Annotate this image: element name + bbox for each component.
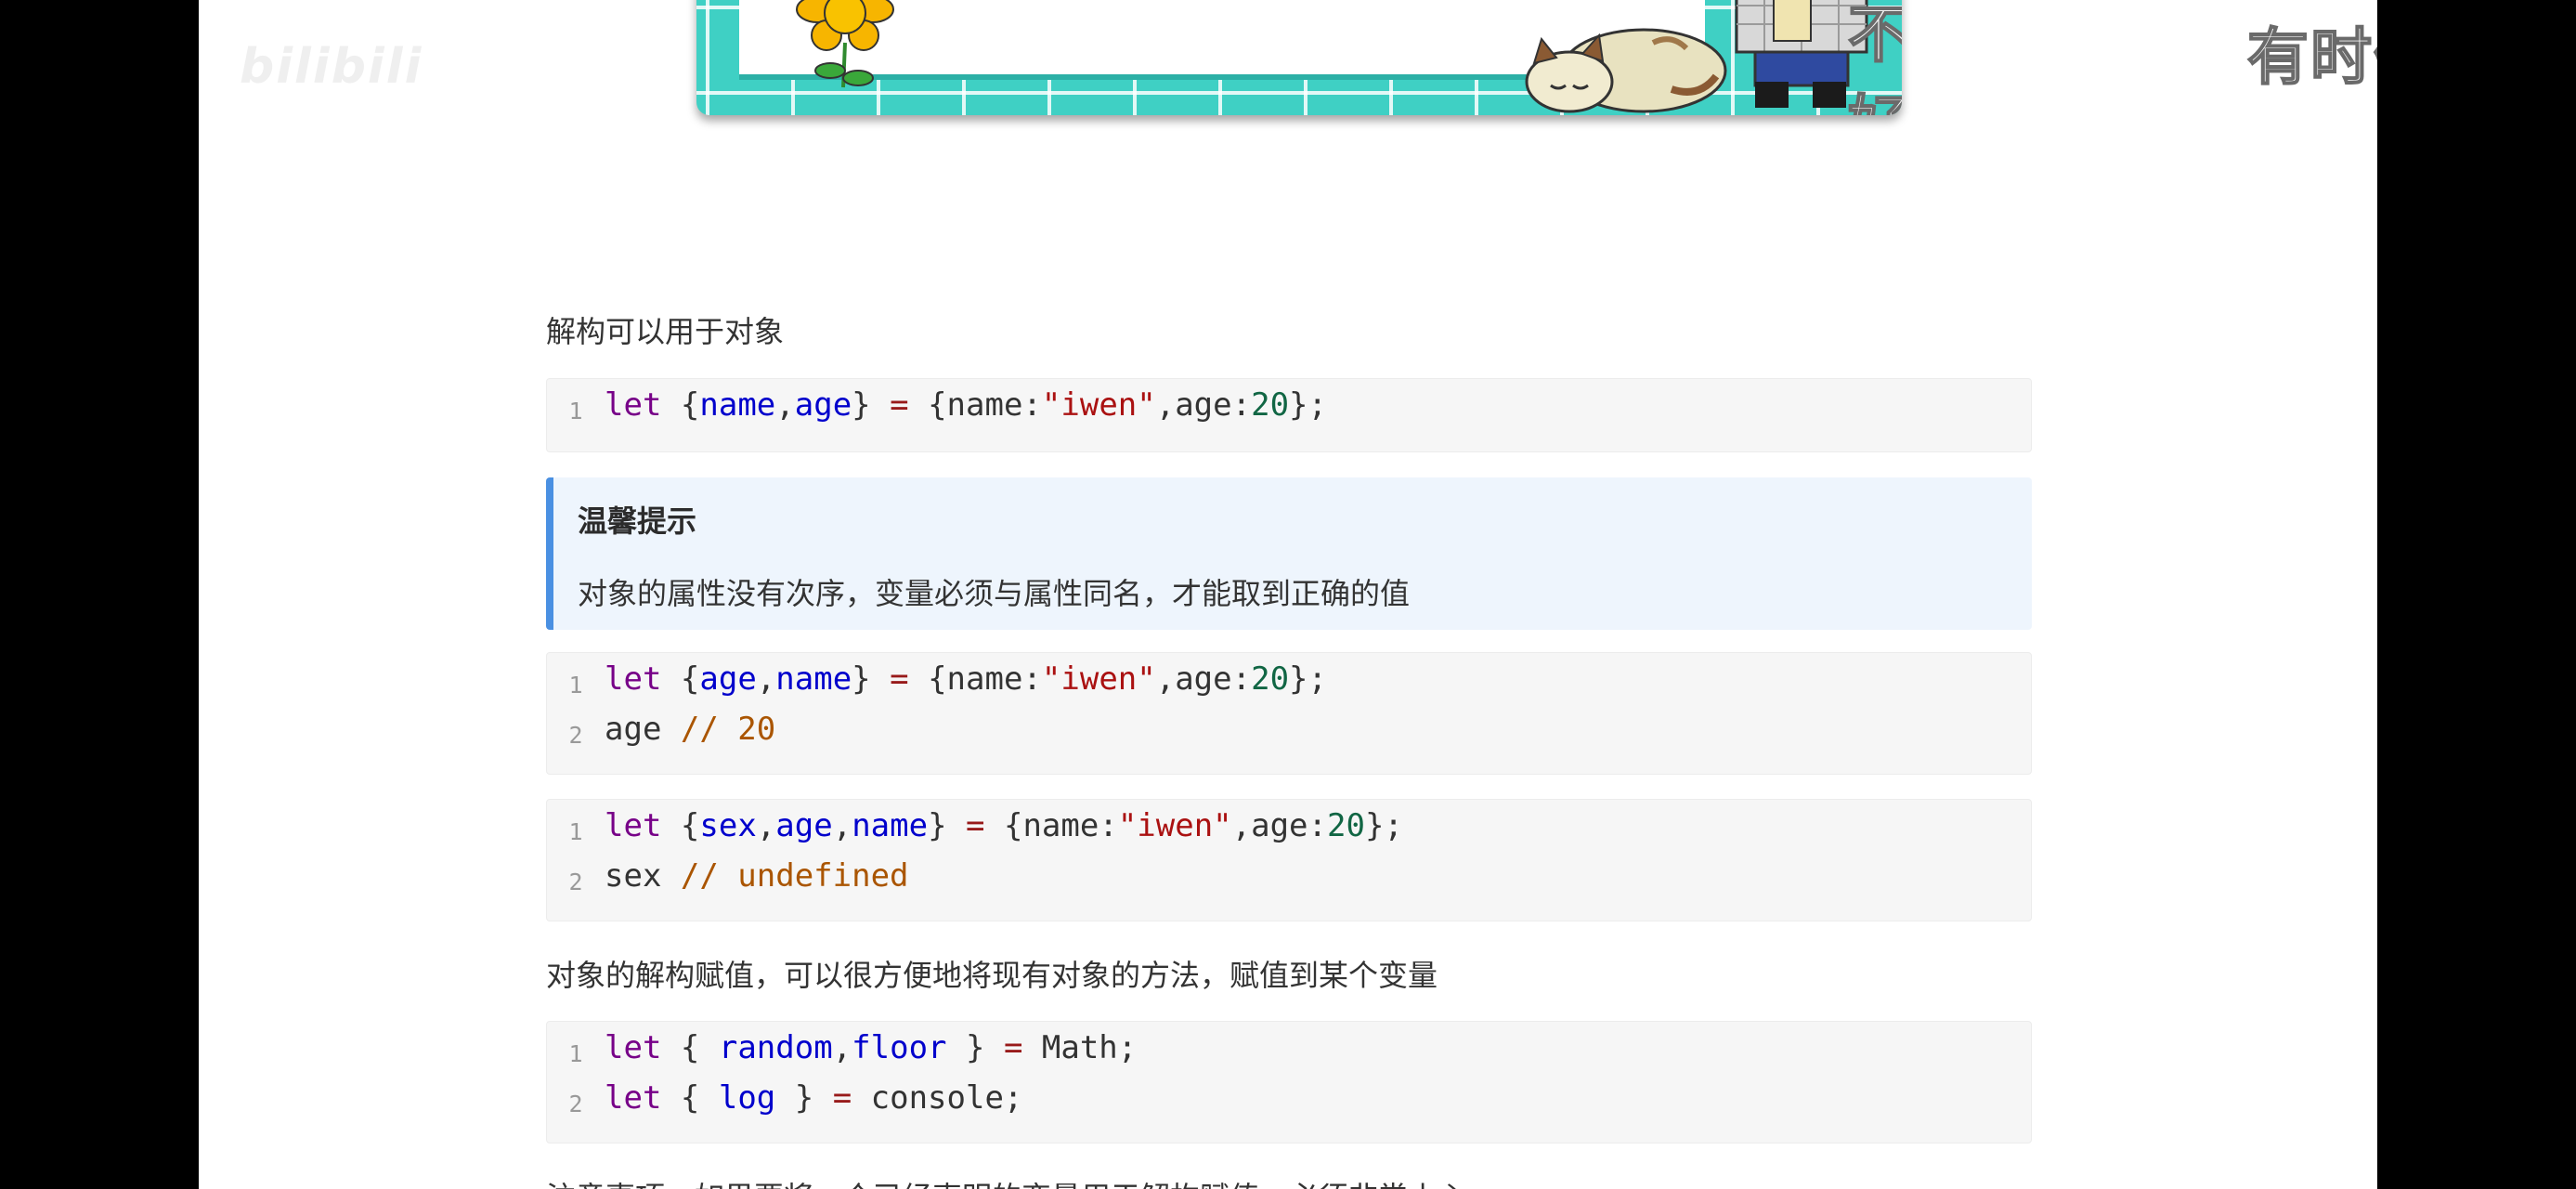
code-line: 2 age // 20 xyxy=(547,703,775,753)
line-number: 1 xyxy=(568,672,583,699)
bilibili-watermark: bilibili xyxy=(240,39,423,95)
paragraph-object-destructure: 解构可以用于对象 xyxy=(546,314,785,349)
code-text: sex // undefined xyxy=(605,857,909,895)
code-block-2[interactable]: 1 let {age,name} = {name:"iwen",age:20};… xyxy=(546,652,2032,775)
code-line: 1 let {age,name} = {name:"iwen",age:20}; xyxy=(547,653,1327,703)
paragraph-notice: 注意事项，如果要将一个已经声明的变量用于解构赋值，必须非常小心 xyxy=(546,1174,1467,1189)
code-line: 2 sex // undefined xyxy=(547,850,908,900)
line-number: 1 xyxy=(568,398,583,425)
banner-caption: 不好用 xyxy=(1847,0,1902,115)
code-text: let {sex,age,name} = {name:"iwen",age:20… xyxy=(605,807,1403,844)
tip-title: 温馨提示 xyxy=(578,503,697,539)
code-text: let { log } = console; xyxy=(605,1079,1023,1117)
code-text: let { random,floor } = Math; xyxy=(605,1029,1138,1066)
code-text: age // 20 xyxy=(605,711,776,748)
code-block-3[interactable]: 1 let {sex,age,name} = {name:"iwen",age:… xyxy=(546,799,2032,921)
code-line: 1 let {name,age} = {name:"iwen",age:20}; xyxy=(547,379,1327,429)
line-number: 2 xyxy=(568,722,583,749)
document-page: 不好用 bilibili 有时候感觉前 解构可以用于对象 1 let {name… xyxy=(199,0,2377,1189)
comic-banner-image: 不好用 xyxy=(696,0,1902,115)
code-text: let {age,name} = {name:"iwen",age:20}; xyxy=(605,660,1327,698)
tip-callout: 温馨提示 对象的属性没有次序，变量必须与属性同名，才能取到正确的值 xyxy=(546,477,2032,630)
sleeping-cat-icon xyxy=(1525,28,1727,113)
tip-text: 对象的属性没有次序，变量必须与属性同名，才能取到正确的值 xyxy=(578,576,1411,611)
code-line: 1 let { random,floor } = Math; xyxy=(547,1022,1137,1072)
video-subtitle: 有时候感觉前 xyxy=(2246,20,2377,94)
code-block-4[interactable]: 1 let { random,floor } = Math; 2 let { l… xyxy=(546,1021,2032,1143)
code-line: 2 let { log } = console; xyxy=(547,1072,1022,1122)
line-number: 1 xyxy=(568,1040,583,1067)
code-line: 1 let {sex,age,name} = {name:"iwen",age:… xyxy=(547,800,1402,850)
line-number: 2 xyxy=(568,869,583,895)
line-number: 1 xyxy=(568,818,583,845)
code-block-1[interactable]: 1 let {name,age} = {name:"iwen",age:20}; xyxy=(546,378,2032,452)
paragraph-method-assign: 对象的解构赋值，可以很方便地将现有对象的方法，赋值到某个变量 xyxy=(546,958,1438,993)
code-text: let {name,age} = {name:"iwen",age:20}; xyxy=(605,386,1327,424)
line-number: 2 xyxy=(568,1091,583,1117)
sunflower-icon xyxy=(796,0,894,88)
